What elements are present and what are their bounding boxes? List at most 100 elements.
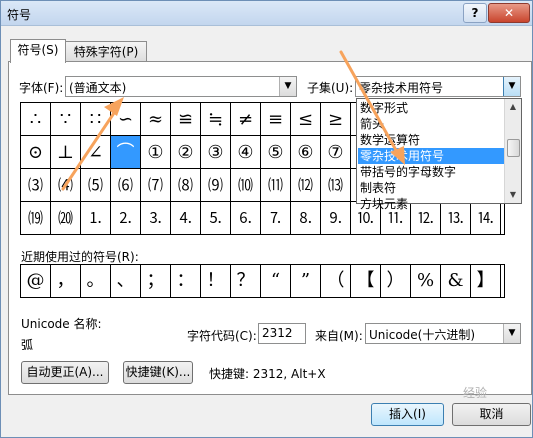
scroll-up-icon[interactable]: ▲ [505, 99, 521, 115]
symbol-cell[interactable]: ∠ [81, 136, 111, 169]
symbol-cell[interactable]: ⒍ [231, 202, 261, 234]
symbol-cell[interactable]: ≥ [321, 103, 351, 136]
recent-symbol-cell[interactable]: % [411, 265, 441, 297]
recent-symbol-cell[interactable]: @ [21, 265, 51, 297]
chevron-down-icon[interactable]: ▼ [503, 324, 520, 343]
dropdown-item[interactable]: 零杂技术用符号 [358, 148, 505, 164]
symbol-cell[interactable]: ⑥ [291, 136, 321, 169]
char-code-input[interactable]: 2312 [258, 323, 306, 344]
help-button[interactable]: ? [463, 3, 487, 23]
recent-symbol-cell[interactable]: 【 [351, 265, 381, 297]
symbol-cell[interactable]: ⊙ [21, 136, 51, 169]
recent-symbol-cell[interactable]: ） [381, 265, 411, 297]
symbol-cell[interactable]: ⑺ [141, 169, 171, 202]
symbol-cell[interactable]: ⑽ [231, 169, 261, 202]
symbol-cell[interactable]: ≤ [291, 103, 321, 136]
recent-symbol-cell[interactable]: ” [291, 265, 321, 297]
recent-symbol-cell[interactable]: 。 [81, 265, 111, 297]
symbol-cell[interactable]: ≠ [231, 103, 261, 136]
symbol-cell[interactable]: ⑸ [81, 169, 111, 202]
scroll-thumb[interactable] [507, 139, 520, 157]
symbol-dialog: 符号 ? ✕ 符号(S) 特殊字符(P) 字体(F): (普通文本) ▼ 子集(… [0, 0, 533, 438]
recent-symbol-cell[interactable]: ？ [231, 265, 261, 297]
symbol-cell[interactable]: ⑹ [111, 169, 141, 202]
from-label: 来自(M): [315, 329, 363, 343]
dropdown-item[interactable]: 数字形式 [358, 100, 505, 116]
autocorrect-button[interactable]: 自动更正(A)... [21, 361, 109, 384]
symbol-cell[interactable]: ⑶ [21, 169, 51, 202]
from-value: Unicode(十六进制) [369, 328, 476, 342]
font-label: 字体(F): [19, 81, 64, 95]
symbol-cell[interactable]: ⊥ [51, 136, 81, 169]
symbol-cell[interactable]: ⒀ [321, 169, 351, 202]
recent-symbol-cell[interactable]: & [441, 265, 471, 297]
symbol-cell[interactable]: ③ [201, 136, 231, 169]
shortcut-key-button[interactable]: 快捷键(K)... [123, 361, 193, 384]
symbol-cell[interactable]: ⒏ [291, 202, 321, 234]
dropdown-item[interactable]: 方块元素 [358, 196, 505, 212]
cancel-button[interactable]: 取消 [452, 403, 531, 426]
symbol-cell[interactable]: ⒈ [81, 202, 111, 234]
symbol-cell[interactable]: ⑤ [261, 136, 291, 169]
symbol-cell[interactable]: ≡ [261, 103, 291, 136]
dropdown-item[interactable]: 带括号的字母数字 [358, 164, 505, 180]
symbol-cell[interactable]: ⑦ [321, 136, 351, 169]
symbol-cell[interactable]: ∴ [21, 103, 51, 136]
insert-button[interactable]: 插入(I) [371, 403, 444, 426]
symbol-cell[interactable]: ⒎ [261, 202, 291, 234]
symbol-cell[interactable]: ⒊ [141, 202, 171, 234]
recent-symbol-cell[interactable]: 】 [471, 265, 501, 297]
symbol-cell[interactable]: ∽ [111, 103, 141, 136]
dialog-title: 符号 [7, 8, 32, 22]
symbol-cell[interactable]: ⒌ [201, 202, 231, 234]
watermark: 经验 [463, 386, 488, 400]
symbol-cell[interactable]: ⑼ [201, 169, 231, 202]
recent-symbol-cell[interactable]: “ [261, 265, 291, 297]
unicode-name-label: Unicode 名称: [21, 317, 102, 331]
symbol-cell[interactable]: ⌒ [111, 136, 141, 169]
subset-combobox[interactable]: 零杂技术用符号 ▼ [355, 76, 521, 97]
recent-symbol-cell[interactable]: ： [171, 265, 201, 297]
symbol-cell[interactable]: ⒆ [21, 202, 51, 234]
symbol-cell[interactable]: ① [141, 136, 171, 169]
symbol-cell[interactable]: ∷ [81, 103, 111, 136]
symbol-cell[interactable]: ≌ [171, 103, 201, 136]
symbol-cell[interactable]: ⒐ [321, 202, 351, 234]
recent-symbol-cell[interactable]: ； [141, 265, 171, 297]
recent-symbol-cell[interactable]: ！ [201, 265, 231, 297]
symbol-cell[interactable]: ⒇ [51, 202, 81, 234]
symbol-cell[interactable]: ≒ [201, 103, 231, 136]
symbol-cell[interactable]: ④ [231, 136, 261, 169]
symbol-cell[interactable]: ⑷ [51, 169, 81, 202]
symbol-cell[interactable]: ⑿ [291, 169, 321, 202]
symbol-cell[interactable]: ⑾ [261, 169, 291, 202]
symbol-cell[interactable]: ≈ [141, 103, 171, 136]
recent-symbols-grid[interactable]: @，。、；：！？ “” （【）% &】 [20, 264, 505, 298]
close-button[interactable]: ✕ [488, 3, 530, 23]
dropdown-item[interactable]: 箭头 [358, 116, 505, 132]
scroll-down-icon[interactable]: ▼ [505, 187, 521, 203]
symbol-cell[interactable]: ⒋ [171, 202, 201, 234]
font-combobox[interactable]: (普通文本) ▼ [65, 76, 297, 97]
symbol-cell[interactable]: ⑻ [171, 169, 201, 202]
tab-special-characters[interactable]: 特殊字符(P) [65, 41, 147, 62]
chevron-down-icon[interactable]: ▼ [503, 77, 520, 96]
symbol-cell[interactable]: ∵ [51, 103, 81, 136]
recent-symbol-cell[interactable]: ， [51, 265, 81, 297]
tab-symbols[interactable]: 符号(S) [10, 39, 66, 63]
recent-symbol-cell[interactable]: （ [321, 265, 351, 297]
symbol-cell[interactable]: ② [171, 136, 201, 169]
subset-dropdown-list[interactable]: 数字形式 箭头 数学运算符 零杂技术用符号 带括号的字母数字 制表符 方块元素 ▲ ▼ [356, 98, 522, 211]
dropdown-scrollbar[interactable]: ▲ ▼ [504, 99, 521, 203]
font-value: (普通文本) [69, 81, 127, 95]
from-combobox[interactable]: Unicode(十六进制) ▼ [365, 323, 521, 344]
chevron-down-icon[interactable]: ▼ [279, 77, 296, 96]
subset-value: 零杂技术用符号 [359, 81, 444, 95]
dropdown-item[interactable]: 制表符 [358, 180, 505, 196]
dropdown-item[interactable]: 数学运算符 [358, 132, 505, 148]
symbol-cell[interactable]: ⒉ [111, 202, 141, 234]
char-code-label: 字符代码(C): [187, 329, 257, 343]
subset-label: 子集(U): [307, 81, 354, 95]
shortcut-text: 快捷键: 2312, Alt+X [209, 367, 326, 381]
recent-symbol-cell[interactable]: 、 [111, 265, 141, 297]
